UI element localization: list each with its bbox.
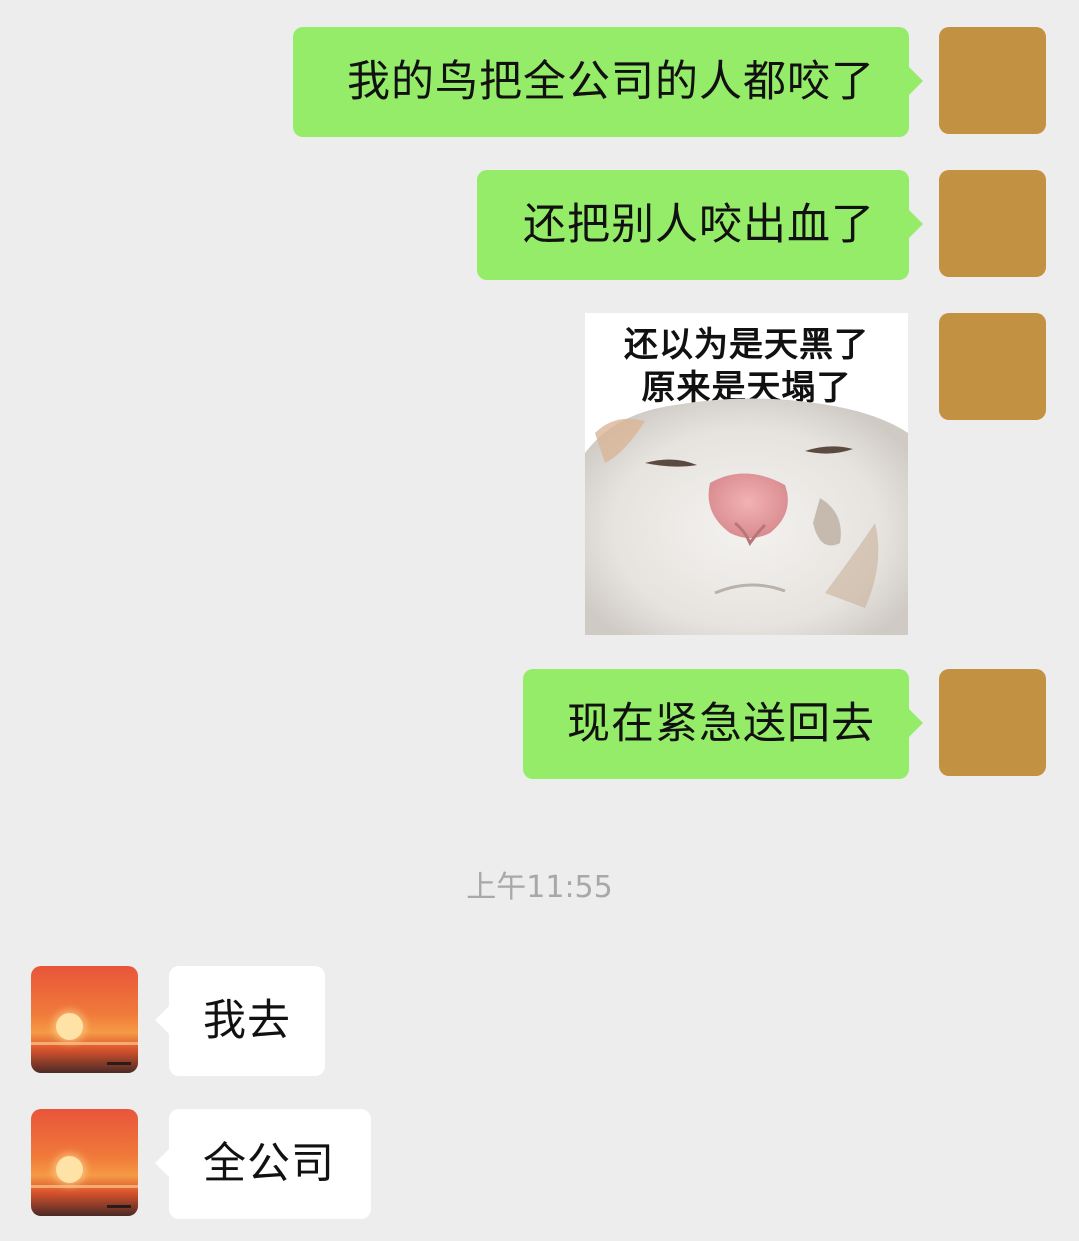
- sunset-icon: [56, 1013, 83, 1040]
- my-avatar[interactable]: [939, 313, 1046, 420]
- my-avatar[interactable]: [939, 27, 1046, 134]
- message-text: 我的鸟把全公司的人都咬了: [347, 57, 875, 107]
- sent-message-bubble[interactable]: 现在紧急送回去: [523, 669, 923, 779]
- contact-avatar[interactable]: [31, 966, 138, 1073]
- my-avatar[interactable]: [939, 669, 1046, 776]
- message-text: 我去: [203, 996, 291, 1046]
- sticker-caption-line1: 还以为是天黑了: [624, 325, 869, 365]
- message-text: 还把别人咬出血了: [523, 200, 875, 250]
- message-text: 现在紧急送回去: [567, 699, 875, 749]
- received-message-bubble[interactable]: 全公司: [155, 1109, 371, 1219]
- sunset-icon: [56, 1156, 83, 1183]
- cat-meme-sticker[interactable]: 还以为是天黑了 原来是天塌了: [585, 313, 908, 635]
- sent-message-bubble[interactable]: 还把别人咬出血了: [477, 170, 923, 280]
- message-timestamp: 上午11:55: [466, 870, 613, 905]
- my-avatar[interactable]: [939, 170, 1046, 277]
- chat-view: 我的鸟把全公司的人都咬了 还把别人咬出血了 还以为是天黑了 原来是天塌了 现在紧…: [0, 0, 1079, 1241]
- message-text: 全公司: [203, 1139, 335, 1189]
- sent-message-bubble[interactable]: 我的鸟把全公司的人都咬了: [293, 27, 923, 137]
- received-message-bubble[interactable]: 我去: [155, 966, 325, 1076]
- contact-avatar[interactable]: [31, 1109, 138, 1216]
- cat-face-image: [585, 398, 908, 635]
